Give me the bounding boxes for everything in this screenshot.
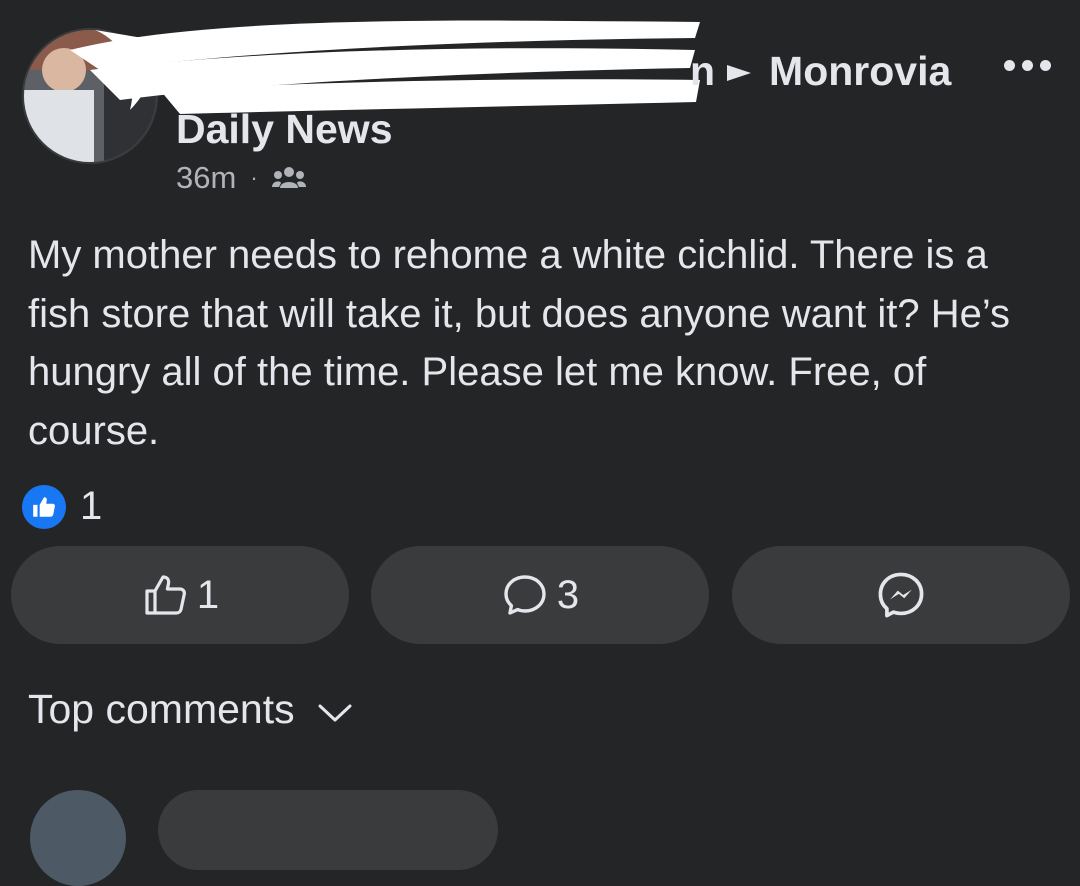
thumbs-up-icon bbox=[145, 575, 186, 615]
post-timestamp[interactable]: 36m bbox=[176, 160, 236, 196]
post-meta: 36m · bbox=[176, 160, 306, 196]
like-button[interactable]: 1 bbox=[11, 546, 349, 644]
like-reaction-icon bbox=[22, 484, 66, 529]
comment-bubble bbox=[158, 790, 498, 870]
more-dot bbox=[1004, 60, 1015, 71]
comment-button[interactable]: 3 bbox=[371, 546, 709, 644]
post-header: n Monrovia bbox=[690, 48, 951, 95]
more-icon[interactable] bbox=[1004, 60, 1051, 71]
commenter-avatar[interactable] bbox=[30, 790, 126, 886]
post-body: My mother needs to rehome a white cichli… bbox=[28, 233, 1011, 453]
group-name-link[interactable]: Daily News bbox=[176, 106, 393, 153]
meta-separator: · bbox=[250, 165, 258, 190]
target-group-link[interactable]: Monrovia bbox=[769, 48, 951, 95]
comment-sort-selector[interactable]: Top comments bbox=[28, 686, 353, 733]
chevron-down-icon bbox=[318, 704, 352, 721]
posted-to-arrow-icon bbox=[727, 64, 752, 81]
send-messenger-button[interactable] bbox=[732, 546, 1070, 644]
group-icon bbox=[271, 167, 306, 188]
more-dot bbox=[1040, 60, 1051, 71]
reaction-summary[interactable]: 1 bbox=[22, 484, 102, 529]
reaction-count: 1 bbox=[80, 484, 103, 528]
comment-icon bbox=[504, 575, 546, 615]
more-dot bbox=[1022, 60, 1033, 71]
author-name-tail[interactable]: n bbox=[690, 48, 715, 95]
comment-count: 3 bbox=[556, 572, 580, 617]
redaction-scribble bbox=[70, 20, 700, 114]
like-count: 1 bbox=[196, 572, 220, 617]
comment-sort-label: Top comments bbox=[28, 686, 295, 732]
messenger-icon bbox=[878, 572, 924, 618]
